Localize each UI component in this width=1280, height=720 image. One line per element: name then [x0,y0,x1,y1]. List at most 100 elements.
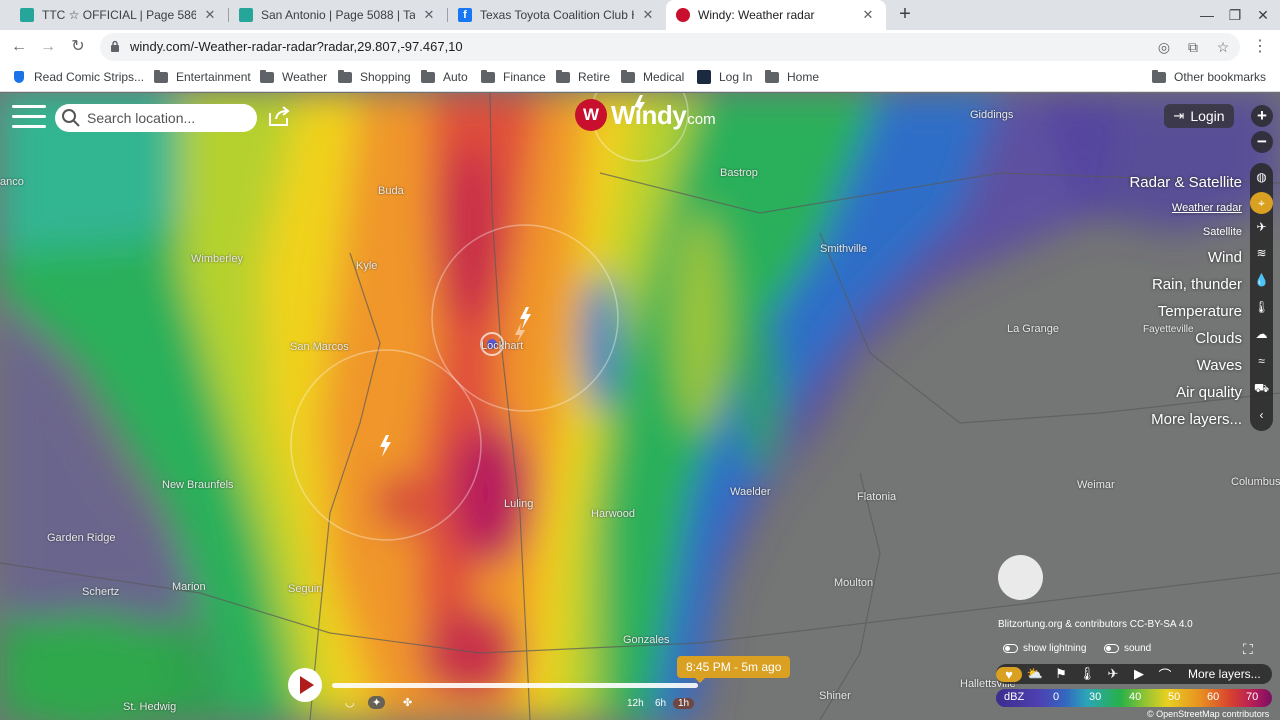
location-target-icon[interactable]: ◎ [1154,37,1174,57]
tab-san-antonio[interactable]: San Antonio | Page 5088 | Tacom ✕ [229,0,447,30]
sound-toggle[interactable]: sound [1104,643,1151,654]
forward-arrow-icon[interactable]: → [36,35,60,59]
windy-logo-icon: W [575,99,607,131]
layer-weather-radar[interactable]: Weather radar [1129,196,1242,220]
reload-icon[interactable]: ↻ [66,35,90,59]
close-tab-icon[interactable]: ✕ [202,7,218,23]
radar-map[interactable]: Giddings Buda Bastrop Wimberley Kyle Smi… [0,93,1280,720]
address-bar[interactable]: windy.com/-Weather-radar-radar?radar,29.… [100,33,1240,61]
folder-icon [1152,69,1166,83]
layer-wind[interactable]: Wind [1129,244,1242,271]
bookmark-entertainment[interactable]: Entertainment [154,64,251,90]
bookmark-read-comic-strips[interactable]: Read Comic Strips... [14,64,144,90]
cloud-icon[interactable]: ☁ [1250,323,1273,345]
legend-value: 50 [1168,691,1181,703]
shield-icon [14,71,24,83]
close-window-icon[interactable]: ✕ [1250,4,1276,26]
close-tab-icon[interactable]: ✕ [640,7,656,23]
bookmark-medical[interactable]: Medical [621,64,684,90]
search-box[interactable] [55,104,257,132]
more-layers-link[interactable]: More layers... [1188,667,1261,681]
login-button[interactable]: ⇥ Login [1164,104,1234,128]
layer-air-quality[interactable]: Air quality [1129,379,1242,406]
layer-rain-thunder[interactable]: Rain, thunder [1129,271,1242,298]
tab-windy[interactable]: Windy: Weather radar ✕ [666,0,886,30]
flag-icon[interactable]: ⚑ [1048,666,1074,682]
layer-icon-strip: ◍ ⌖ ✈ ≋ 💧 🌡 ☁ ≈ ⛟ ‹ [1250,163,1273,431]
tab-texas-toyota[interactable]: f Texas Toyota Coalition Club Hou ✕ [448,0,666,30]
layer-radar-satellite[interactable]: Radar & Satellite [1129,169,1242,196]
thermometer-icon[interactable]: 🌡 [1074,666,1100,682]
turtle-icon[interactable]: ◡ [345,696,355,709]
browser-toolbar: ← → ↻ windy.com/-Weather-radar-radar?rad… [0,30,1280,64]
close-tab-icon[interactable]: ✕ [860,7,876,23]
bookmark-home[interactable]: Home [765,64,819,90]
town-label: Buda [378,185,404,197]
play-button[interactable] [288,668,322,702]
search-input[interactable] [87,110,247,126]
open-external-icon[interactable]: ⧉ [1183,37,1203,57]
deer-icon[interactable]: ✤ [403,696,412,709]
zoom-in-button[interactable]: + [1251,105,1273,127]
thermometer-icon[interactable]: 🌡 [1250,296,1273,318]
speed-1h[interactable]: 1h [673,698,695,709]
folder-icon [338,69,352,83]
bookmark-finance[interactable]: Finance [481,64,546,90]
webcam-icon[interactable]: ▶ [1126,666,1152,682]
speed-6h[interactable]: 6h [655,698,666,709]
raindrop-icon[interactable]: 💧 [1250,269,1273,291]
sun-cloud-icon[interactable]: ⛅ [1022,666,1048,682]
close-tab-icon[interactable]: ✕ [421,7,437,23]
zoom-out-button[interactable]: − [1251,131,1273,153]
noaa-logo [998,555,1043,600]
speed-12h[interactable]: 12h [627,698,644,709]
legend-unit: dBZ [1004,691,1025,703]
bookmark-label: Read Comic Strips... [34,70,145,84]
town-label: San Marcos [290,341,349,353]
tab-ttc-official[interactable]: TTC ☆ OFFICIAL | Page 5867 | Ta ✕ [10,0,228,30]
layer-temperature[interactable]: Temperature [1129,298,1242,325]
paraglider-icon[interactable]: ⌒ [1152,665,1178,684]
other-bookmarks[interactable]: Other bookmarks [1152,64,1266,90]
new-tab-icon[interactable]: + [893,3,917,27]
fullscreen-icon[interactable]: ⛶ [1243,641,1259,657]
hamburger-menu-icon[interactable] [12,105,46,131]
legend-value: 0 [1053,691,1060,703]
town-label: Moulton [834,577,874,589]
town-label: Bastrop [720,167,758,179]
globe-icon[interactable]: ◍ [1250,166,1273,188]
bookmark-retire[interactable]: Retire [556,64,610,90]
back-arrow-icon[interactable]: ← [7,35,31,59]
star-bookmark-icon[interactable]: ☆ [1213,37,1233,57]
timeline-track[interactable] [332,683,698,688]
minimize-icon[interactable]: — [1194,4,1220,26]
bookmark-log-in[interactable]: Log In [697,64,752,90]
airplane-icon[interactable]: ✈ [1100,666,1126,682]
lightning-credit: Blitzortung.org & contributors CC-BY-SA … [998,619,1193,630]
share-icon[interactable] [267,105,291,127]
heart-icon[interactable]: ♥ [996,666,1022,682]
dog-icon[interactable]: ✦ [368,696,386,709]
chrome-menu-icon[interactable]: ⋮ [1248,35,1272,59]
layer-satellite[interactable]: Satellite [1129,220,1242,244]
town-label: Flatonia [857,491,897,503]
waves-icon[interactable]: ≈ [1250,350,1273,372]
show-lightning-toggle[interactable]: show lightning [1003,643,1086,654]
layer-clouds[interactable]: Clouds [1129,325,1242,352]
wind-icon[interactable]: ≋ [1250,242,1273,264]
windy-logo[interactable]: W Windy com [575,99,716,131]
folder-icon [260,69,274,83]
layer-waves[interactable]: Waves [1129,352,1242,379]
bookmark-weather[interactable]: Weather [260,64,327,90]
town-label: Columbus [1231,476,1280,488]
bookmark-auto[interactable]: Auto [421,64,468,90]
restore-icon[interactable]: ❐ [1222,4,1248,26]
chevron-left-icon[interactable]: ‹ [1250,404,1273,426]
radar-icon[interactable]: ⌖ [1250,192,1273,214]
time-bubble: 8:45 PM - 5m ago [677,656,791,683]
toggle-label: sound [1124,643,1152,654]
layer-more-layers[interactable]: More layers... [1129,406,1242,433]
car-icon[interactable]: ⛟ [1250,377,1273,399]
satellite-icon[interactable]: ✈ [1250,216,1273,238]
bookmark-shopping[interactable]: Shopping [338,64,411,90]
